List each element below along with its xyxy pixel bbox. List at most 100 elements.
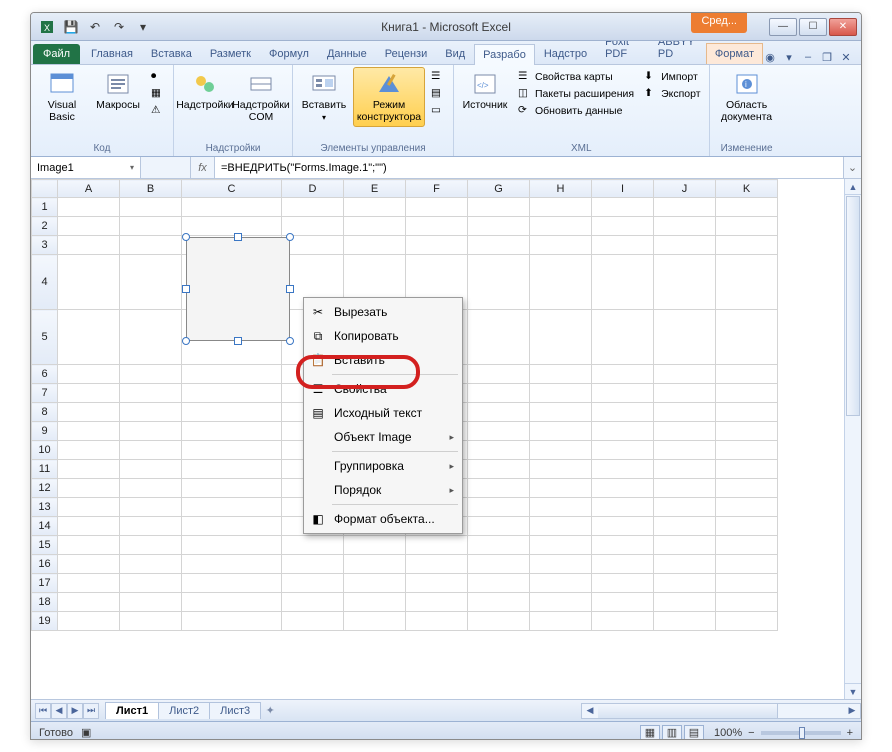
cell[interactable]: [468, 236, 530, 255]
cell[interactable]: [530, 403, 592, 422]
col-header[interactable]: E: [344, 180, 406, 198]
col-header[interactable]: D: [282, 180, 344, 198]
cell[interactable]: [654, 498, 716, 517]
cell[interactable]: [406, 536, 468, 555]
cell[interactable]: [344, 593, 406, 612]
cell[interactable]: [58, 498, 120, 517]
minimize-button[interactable]: —: [769, 18, 797, 36]
row-header[interactable]: 9: [32, 422, 58, 441]
resize-handle-sw[interactable]: [182, 337, 190, 345]
cell[interactable]: [468, 310, 530, 365]
ctx-cut[interactable]: ✂Вырезать: [306, 300, 460, 324]
cell[interactable]: [654, 403, 716, 422]
cell[interactable]: [530, 574, 592, 593]
cell[interactable]: [58, 310, 120, 365]
cell[interactable]: [58, 574, 120, 593]
row-header[interactable]: 4: [32, 255, 58, 310]
cell[interactable]: [182, 422, 282, 441]
cell[interactable]: [120, 574, 182, 593]
cell[interactable]: [182, 365, 282, 384]
cell[interactable]: [592, 536, 654, 555]
cell[interactable]: [58, 365, 120, 384]
tab-format[interactable]: Формат: [706, 43, 763, 64]
ctx-image-object[interactable]: Объект Image: [306, 425, 460, 449]
row-header[interactable]: 2: [32, 217, 58, 236]
cell[interactable]: [530, 365, 592, 384]
cell[interactable]: [716, 403, 778, 422]
design-mode-button[interactable]: Режим конструктора: [353, 67, 425, 127]
first-sheet-icon[interactable]: ⏮: [35, 703, 51, 719]
cell[interactable]: [716, 536, 778, 555]
cell[interactable]: [468, 593, 530, 612]
cell[interactable]: [58, 403, 120, 422]
cell[interactable]: [282, 574, 344, 593]
doc-restore-icon[interactable]: ❐: [820, 50, 834, 64]
zoom-slider[interactable]: [761, 731, 841, 735]
cell[interactable]: [530, 460, 592, 479]
cell[interactable]: [120, 403, 182, 422]
cell[interactable]: [282, 612, 344, 631]
vertical-scrollbar[interactable]: ▲ ▼: [844, 179, 861, 699]
properties-button[interactable]: ☰: [429, 69, 447, 85]
cell[interactable]: [716, 517, 778, 536]
cell[interactable]: [654, 555, 716, 574]
sheet-tab-3[interactable]: Лист3: [209, 702, 261, 719]
cell[interactable]: [344, 236, 406, 255]
name-box[interactable]: Image1 ▾: [31, 157, 141, 178]
cell[interactable]: [282, 536, 344, 555]
resize-handle-n[interactable]: [234, 233, 242, 241]
addins-button[interactable]: Надстройки: [178, 67, 232, 115]
cell[interactable]: [654, 593, 716, 612]
map-properties-button[interactable]: ☰Свойства карты: [516, 69, 636, 85]
cell[interactable]: [592, 441, 654, 460]
scroll-down-icon[interactable]: ▼: [845, 683, 861, 699]
sheet-tab-2[interactable]: Лист2: [158, 702, 210, 719]
cell[interactable]: [182, 574, 282, 593]
export-button[interactable]: ⬆Экспорт: [642, 86, 702, 102]
redo-icon[interactable]: ↷: [109, 17, 129, 37]
cell[interactable]: [120, 422, 182, 441]
zoom-in-icon[interactable]: +: [847, 727, 853, 739]
cell[interactable]: [468, 365, 530, 384]
cell[interactable]: [654, 217, 716, 236]
ctx-order[interactable]: Порядок: [306, 478, 460, 502]
zoom-out-icon[interactable]: −: [748, 727, 754, 739]
cell[interactable]: [120, 236, 182, 255]
insert-control-button[interactable]: Вставить ▾: [297, 67, 351, 126]
cell[interactable]: [654, 536, 716, 555]
cell[interactable]: [120, 612, 182, 631]
tab-addins[interactable]: Надстро: [535, 43, 596, 64]
vscroll-thumb[interactable]: [846, 196, 860, 416]
cell[interactable]: [592, 403, 654, 422]
cell[interactable]: [182, 403, 282, 422]
cell[interactable]: [58, 441, 120, 460]
cell[interactable]: [182, 593, 282, 612]
cell[interactable]: [468, 441, 530, 460]
cell[interactable]: [530, 593, 592, 612]
col-header[interactable]: F: [406, 180, 468, 198]
hscroll-thumb[interactable]: [598, 704, 778, 718]
cell[interactable]: [468, 498, 530, 517]
normal-view-icon[interactable]: ▦: [640, 725, 660, 741]
cell[interactable]: [406, 574, 468, 593]
cell[interactable]: [182, 217, 282, 236]
row-header[interactable]: 8: [32, 403, 58, 422]
cell[interactable]: [58, 217, 120, 236]
cell[interactable]: [592, 593, 654, 612]
cell[interactable]: [182, 479, 282, 498]
cell[interactable]: [530, 441, 592, 460]
cell[interactable]: [716, 441, 778, 460]
cell[interactable]: [592, 422, 654, 441]
cell[interactable]: [530, 612, 592, 631]
cell[interactable]: [716, 555, 778, 574]
cell[interactable]: [120, 517, 182, 536]
cell[interactable]: [120, 460, 182, 479]
page-layout-view-icon[interactable]: ▥: [662, 725, 682, 741]
cell[interactable]: [592, 255, 654, 310]
cell[interactable]: [182, 612, 282, 631]
cell[interactable]: [406, 593, 468, 612]
cell[interactable]: [654, 310, 716, 365]
cell[interactable]: [282, 593, 344, 612]
cell[interactable]: [530, 555, 592, 574]
cell[interactable]: [468, 612, 530, 631]
